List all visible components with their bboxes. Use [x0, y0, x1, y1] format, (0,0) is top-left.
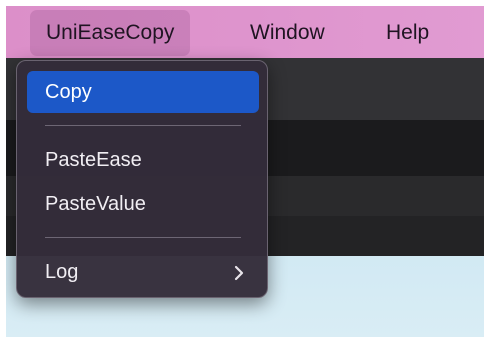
- menubar-item-unieasecopy[interactable]: UniEaseCopy: [30, 10, 191, 56]
- menu-item-log[interactable]: Log: [27, 251, 259, 293]
- menubar-item-window[interactable]: Window: [234, 10, 341, 56]
- menu-separator: [45, 237, 241, 238]
- menubar-item-help[interactable]: Help: [370, 10, 445, 56]
- menu-item-log-label: Log: [45, 261, 79, 283]
- unieasecopy-dropdown-menu: Copy PasteEase PasteValue Log: [16, 60, 268, 298]
- chevron-right-icon: [233, 251, 245, 293]
- menu-item-pastevalue[interactable]: PasteValue: [27, 183, 259, 225]
- menu-separator: [45, 125, 241, 126]
- menu-item-pasteease[interactable]: PasteEase: [27, 139, 259, 181]
- menu-item-copy[interactable]: Copy: [27, 71, 259, 113]
- menu-bar: UniEaseCopy Window Help: [6, 6, 484, 58]
- screen: UniEaseCopy Window Help Copy PasteEase P…: [6, 6, 484, 337]
